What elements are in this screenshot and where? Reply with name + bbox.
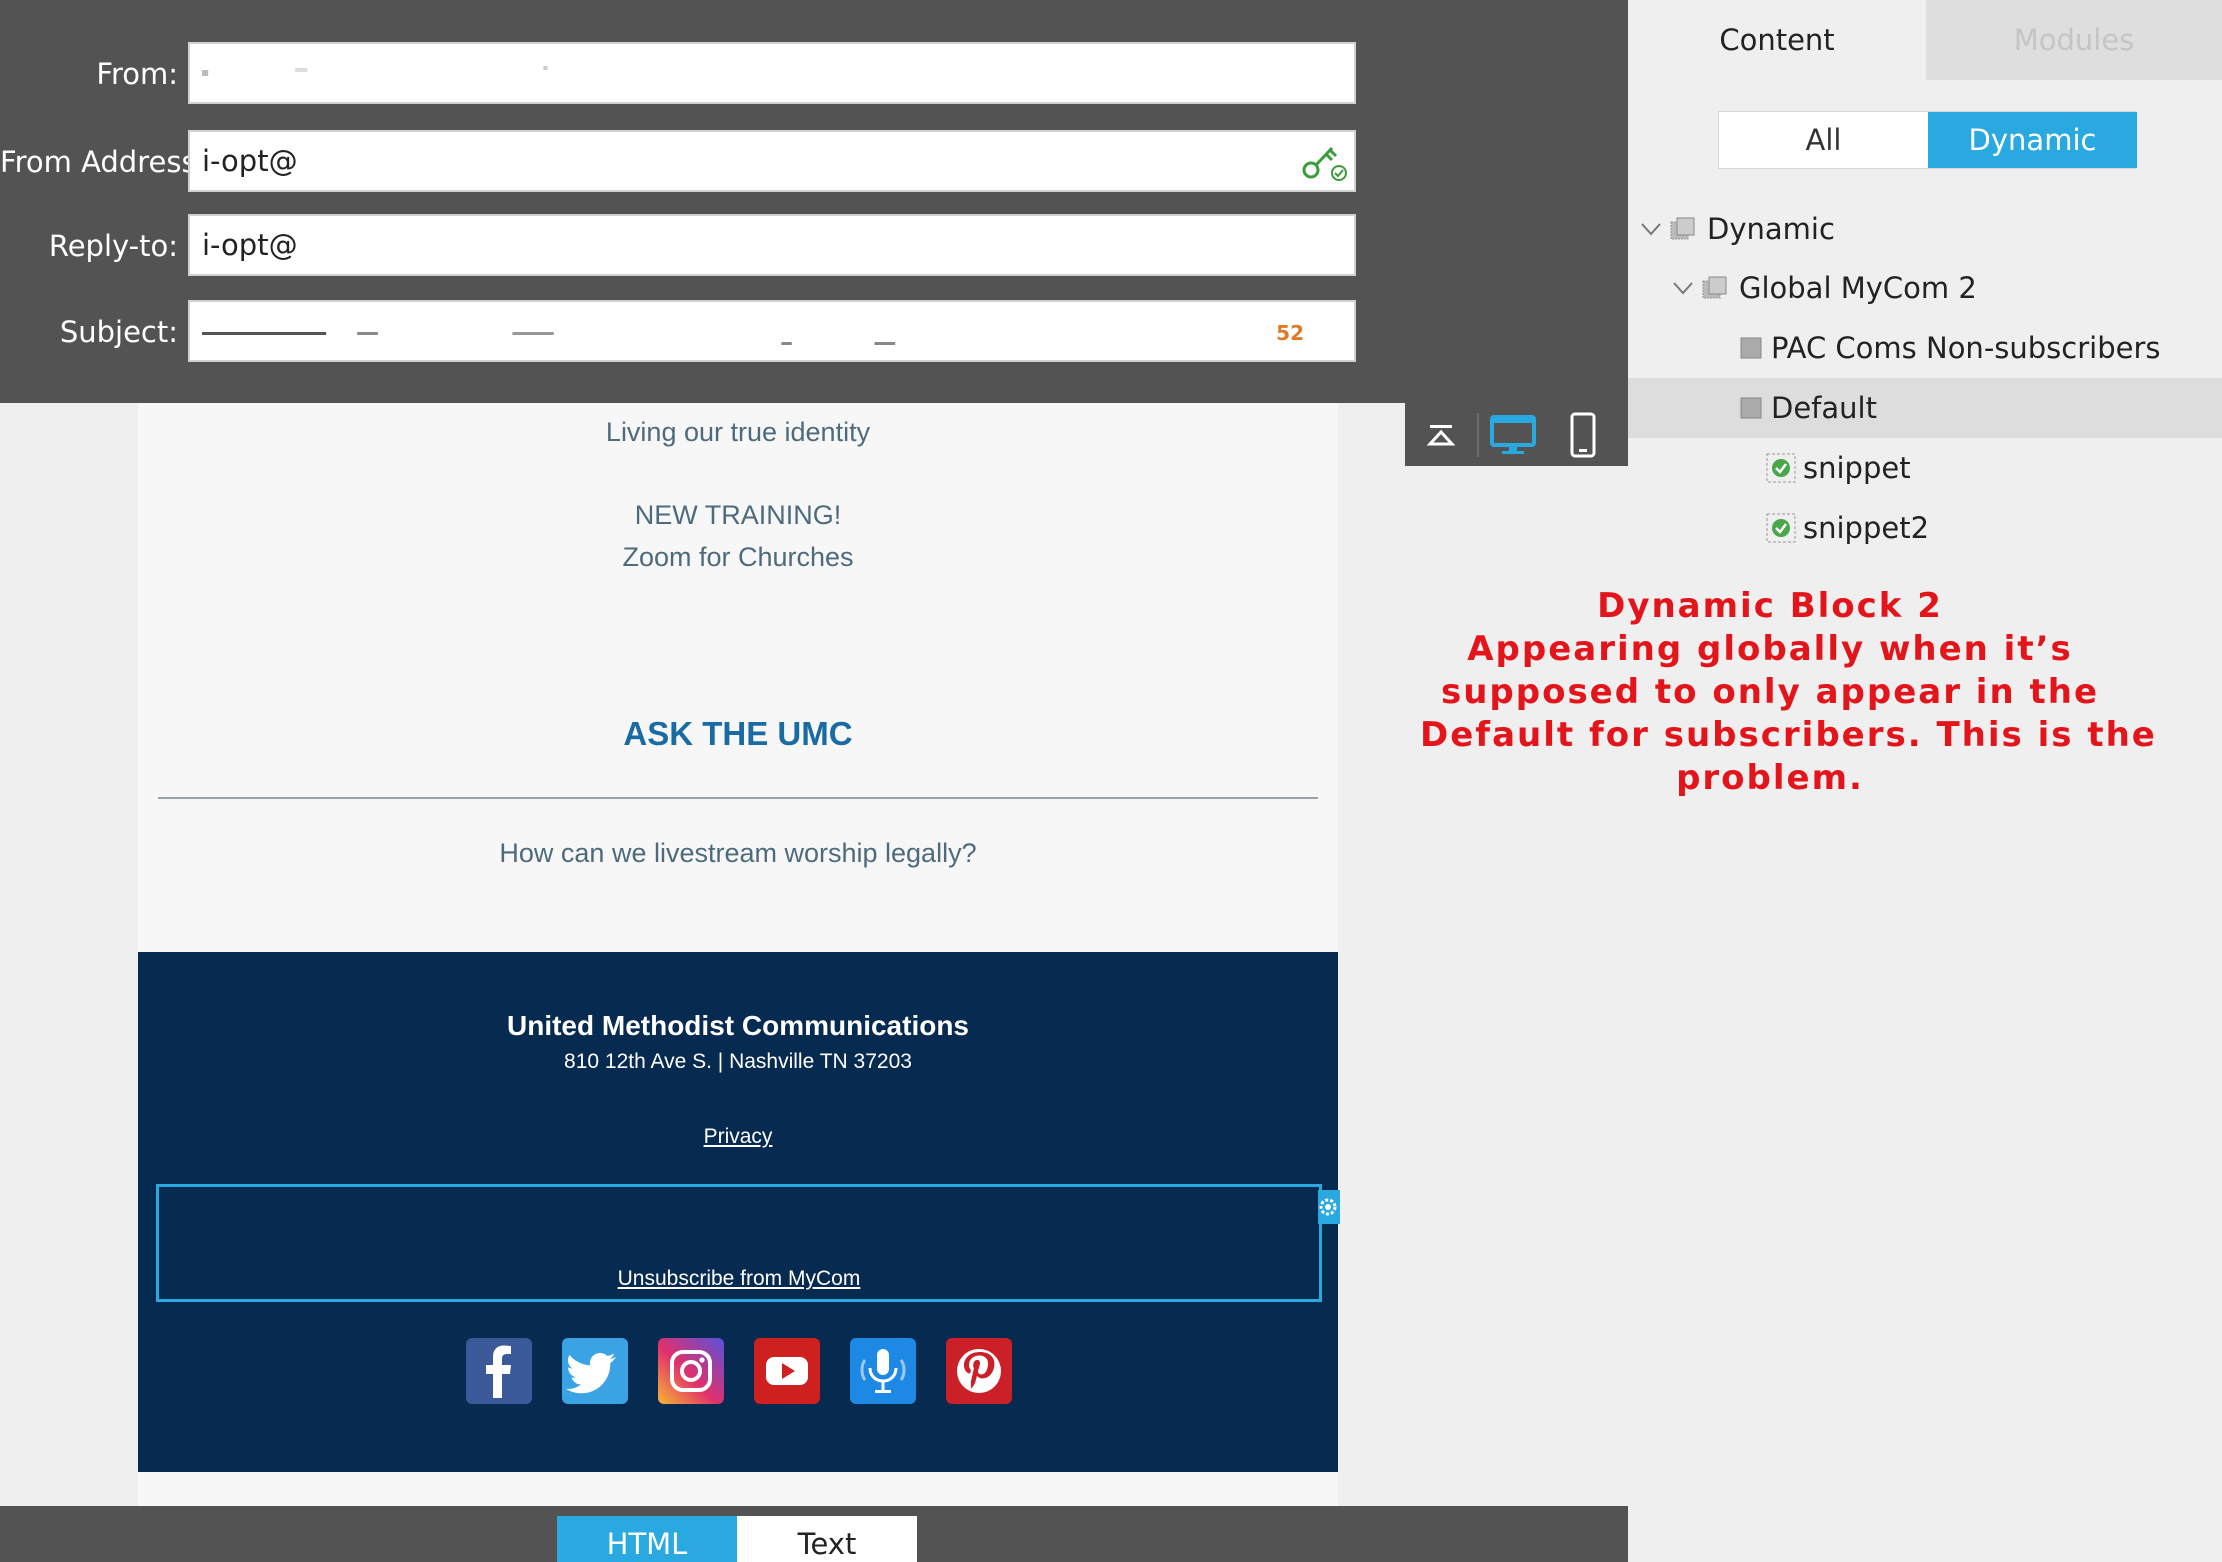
divider [158,797,1318,799]
youtube-icon[interactable] [754,1338,820,1404]
tree-item-global-mycom-2[interactable]: Global MyCom 2 [1628,258,2222,318]
tree-item-default[interactable]: Default [1628,378,2222,438]
from-field[interactable] [188,42,1356,104]
question-link[interactable]: How can we livestream worship legally? [138,838,1338,869]
tab-html[interactable]: HTML [557,1516,737,1562]
tree-label: Default [1771,391,1877,425]
annotation-line: Appearing globally when it’s [1467,629,2073,669]
training-heading[interactable]: NEW TRAINING! [138,500,1338,531]
instagram-icon[interactable] [658,1338,724,1404]
email-footer: United Methodist Communications 810 12th… [138,952,1340,1472]
segment-square-icon [1740,337,1762,359]
gear-icon[interactable] [1318,1190,1340,1224]
collapse-up-icon[interactable] [1415,409,1467,461]
preview-toolbar [1405,403,1628,466]
reply-to-label: Reply-to: [48,229,178,263]
training-link[interactable]: Zoom for Churches [138,542,1338,573]
toolbar-divider [1477,413,1479,457]
annotation-line: supposed to only appear in the [1440,672,2100,712]
chevron-down-icon[interactable] [1672,278,1694,298]
ask-heading: ASK THE UMC [623,715,853,752]
reply-to-value: i-opt@ [202,228,298,262]
segment-square-icon [1740,397,1762,419]
desktop-icon[interactable] [1487,409,1539,461]
tab-text[interactable]: Text [737,1516,917,1562]
from-label: From: [96,57,178,91]
email-preview: Living our true identity NEW TRAINING! Z… [138,403,1340,1506]
privacy-link[interactable]: Privacy [138,1125,1338,1149]
mobile-icon[interactable] [1557,409,1609,461]
filter-all-button[interactable]: All [1719,112,1928,168]
bottom-bar: HTML Text [0,1506,1628,1562]
identity-text: Living our true identity [605,417,871,447]
filter-dynamic-button[interactable]: Dynamic [1928,112,2137,168]
subject-label: Subject: [59,315,178,349]
verified-key-icon[interactable] [1302,142,1348,182]
annotation-line: Default for subscribers. This is the [1420,715,2157,755]
tree-item-snippet[interactable]: snippet [1628,438,2222,498]
org-address: 810 12th Ave S. | Nashville TN 37203 [564,1050,912,1073]
subject-char-count: 52 [1276,321,1304,345]
facebook-icon[interactable] [466,1338,532,1404]
annotation-note: Dynamic Block 2 Appearing globally when … [1420,585,2157,800]
reply-to-field[interactable]: i-opt@ [188,214,1356,276]
unsubscribe-link[interactable]: Unsubscribe from MyCom [159,1267,1319,1291]
from-address-value: i-opt@ [202,144,298,178]
subject-field[interactable]: 52 [188,300,1356,362]
dynamic-block-selected[interactable]: Unsubscribe from MyCom [156,1184,1322,1302]
filter-toggle: All Dynamic [1718,111,2137,169]
from-address-field[interactable]: i-opt@ [188,130,1356,192]
tree-label: PAC Coms Non-subscribers [1771,331,2161,365]
chevron-down-icon[interactable] [1640,219,1662,239]
tree-item-pac-coms[interactable]: PAC Coms Non-subscribers [1628,318,2222,378]
from-address-label: From Address: [0,145,207,179]
redacted-text [202,332,896,345]
org-name: United Methodist Communications [507,1010,969,1041]
annotation-line: Dynamic Block 2 [1597,586,1943,626]
module-stack-icon [1670,217,1695,240]
tab-modules[interactable]: Modules [1926,0,2222,80]
tree-label: snippet [1803,451,1911,485]
twitter-icon[interactable] [562,1338,628,1404]
snippet-check-icon [1766,513,1796,543]
tree-label: snippet2 [1803,511,1930,545]
snippet-check-icon [1766,453,1796,483]
tree-item-snippet2[interactable]: snippet2 [1628,498,2222,558]
pinterest-icon[interactable] [946,1338,1012,1404]
tree-label: Dynamic [1707,212,1835,246]
redacted-text [202,66,548,76]
podcast-icon[interactable] [850,1338,916,1404]
email-settings-header: From: From Address: i-opt@ Reply-to: i-o… [0,0,1628,403]
tree-label: Global MyCom 2 [1739,271,1977,305]
tab-content[interactable]: Content [1628,0,1926,80]
tree-item-dynamic[interactable]: Dynamic [1628,199,2222,259]
annotation-line: problem. [1676,758,1864,798]
module-stack-icon [1702,276,1727,299]
